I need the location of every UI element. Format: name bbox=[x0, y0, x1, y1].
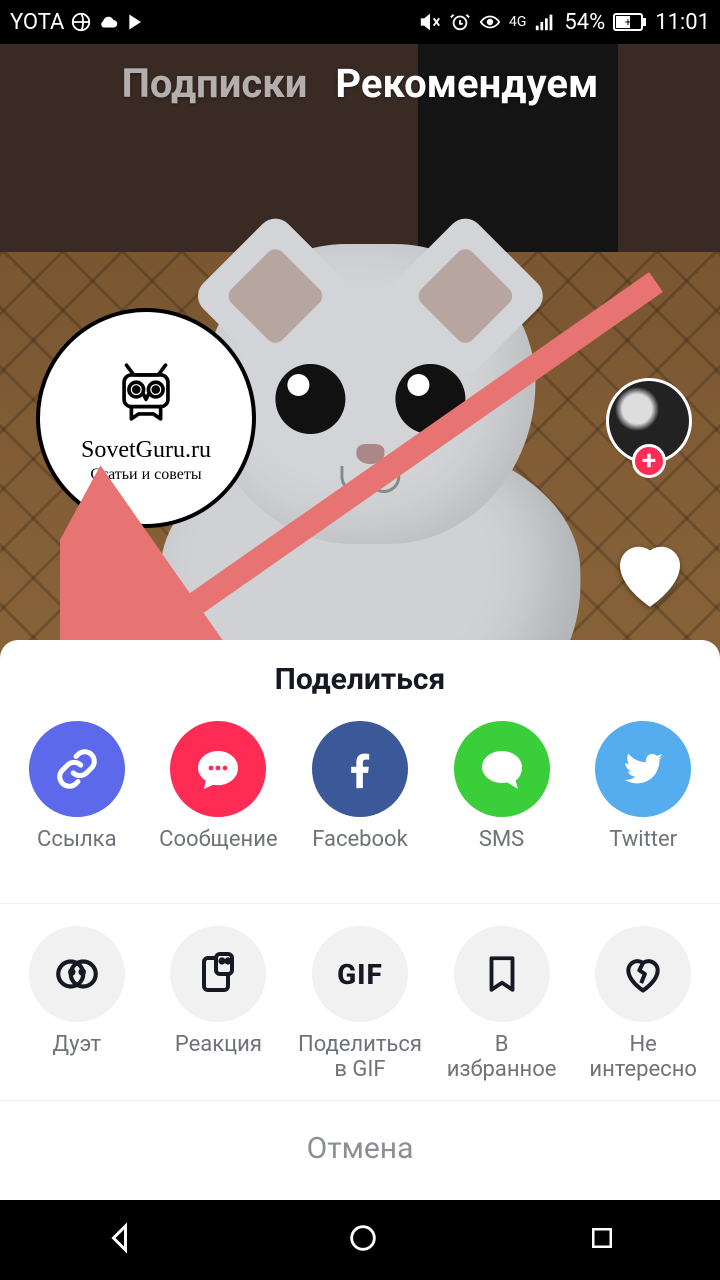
share-option-message[interactable]: Сообщение bbox=[149, 721, 287, 879]
share-option-label: Сообщение bbox=[159, 827, 277, 879]
facebook-icon bbox=[312, 721, 408, 817]
duet-icon bbox=[29, 926, 125, 1022]
tab-for-you[interactable]: Рекомендуем bbox=[335, 60, 598, 107]
channel-watermark: SovetGuru.ru Статьи и советы bbox=[36, 308, 256, 528]
watermark-subtitle: Статьи и советы bbox=[90, 466, 201, 484]
share-option-facebook[interactable]: Facebook bbox=[291, 721, 429, 879]
mute-icon bbox=[419, 11, 441, 33]
action-share-gif[interactable]: GIF Поделиться в GIF bbox=[291, 926, 429, 1084]
share-option-link[interactable]: Ссылка bbox=[8, 721, 146, 879]
action-favorite[interactable]: В избранное bbox=[433, 926, 571, 1084]
share-sheet: Поделиться Ссылка Сообщение Facebook SMS bbox=[0, 640, 720, 1200]
action-label: Поделиться в GIF bbox=[298, 1032, 422, 1084]
watermark-title: SovetGuru.ru bbox=[81, 437, 211, 464]
gif-icon: GIF bbox=[312, 926, 408, 1022]
cancel-button[interactable]: Отмена bbox=[0, 1101, 720, 1200]
action-label: Реакция bbox=[175, 1032, 262, 1084]
status-bar: YOTA 4G 54% + 11:01 bbox=[0, 0, 720, 44]
like-button[interactable] bbox=[602, 528, 698, 622]
action-not-interested[interactable]: Не интересно bbox=[574, 926, 712, 1084]
link-icon bbox=[29, 721, 125, 817]
broken-heart-icon bbox=[595, 926, 691, 1022]
action-react[interactable]: Реакция bbox=[149, 926, 287, 1084]
play-store-icon bbox=[126, 12, 146, 32]
nav-home-icon[interactable] bbox=[346, 1221, 380, 1259]
message-icon bbox=[170, 721, 266, 817]
action-label: Дуэт bbox=[53, 1032, 102, 1084]
browser-icon bbox=[70, 11, 92, 33]
nav-back-icon[interactable] bbox=[103, 1220, 139, 1260]
action-duet[interactable]: Дуэт bbox=[8, 926, 146, 1084]
author-avatar[interactable]: + bbox=[606, 378, 692, 464]
share-row-actions: Дуэт Реакция GIF Поделиться в GIF В избр… bbox=[0, 904, 720, 1094]
share-option-label: Facebook bbox=[312, 827, 408, 879]
network-type-label: 4G bbox=[509, 14, 526, 30]
share-option-label: Ссылка bbox=[37, 827, 117, 879]
battery-icon: + bbox=[613, 13, 647, 31]
action-label: В избранное bbox=[447, 1032, 557, 1084]
share-option-label: SMS bbox=[479, 827, 524, 879]
owl-icon bbox=[107, 353, 185, 431]
react-icon bbox=[170, 926, 266, 1022]
action-label: Не интересно bbox=[589, 1032, 697, 1084]
signal-icon bbox=[534, 11, 556, 33]
battery-percent-label: 54% bbox=[564, 10, 605, 35]
twitter-icon bbox=[595, 721, 691, 817]
nav-recent-icon[interactable] bbox=[587, 1223, 617, 1257]
share-option-label: Twitter bbox=[609, 827, 677, 879]
tab-following[interactable]: Подписки bbox=[122, 60, 308, 107]
bookmark-icon bbox=[454, 926, 550, 1022]
svg-text:+: + bbox=[625, 16, 631, 29]
sms-icon bbox=[454, 721, 550, 817]
share-row-apps: Ссылка Сообщение Facebook SMS Twitter bbox=[0, 715, 720, 889]
carrier-label: YOTA bbox=[10, 10, 64, 35]
cloud-icon bbox=[98, 11, 120, 33]
feed-tabs: Подписки Рекомендуем bbox=[0, 60, 720, 107]
clock-label: 11:01 bbox=[655, 10, 710, 35]
alarm-icon bbox=[449, 11, 471, 33]
share-option-sms[interactable]: SMS bbox=[433, 721, 571, 879]
follow-button[interactable]: + bbox=[632, 444, 666, 478]
eye-care-icon bbox=[479, 11, 501, 33]
share-sheet-title: Поделиться bbox=[0, 640, 720, 715]
share-option-twitter[interactable]: Twitter bbox=[574, 721, 712, 879]
android-navbar bbox=[0, 1200, 720, 1280]
